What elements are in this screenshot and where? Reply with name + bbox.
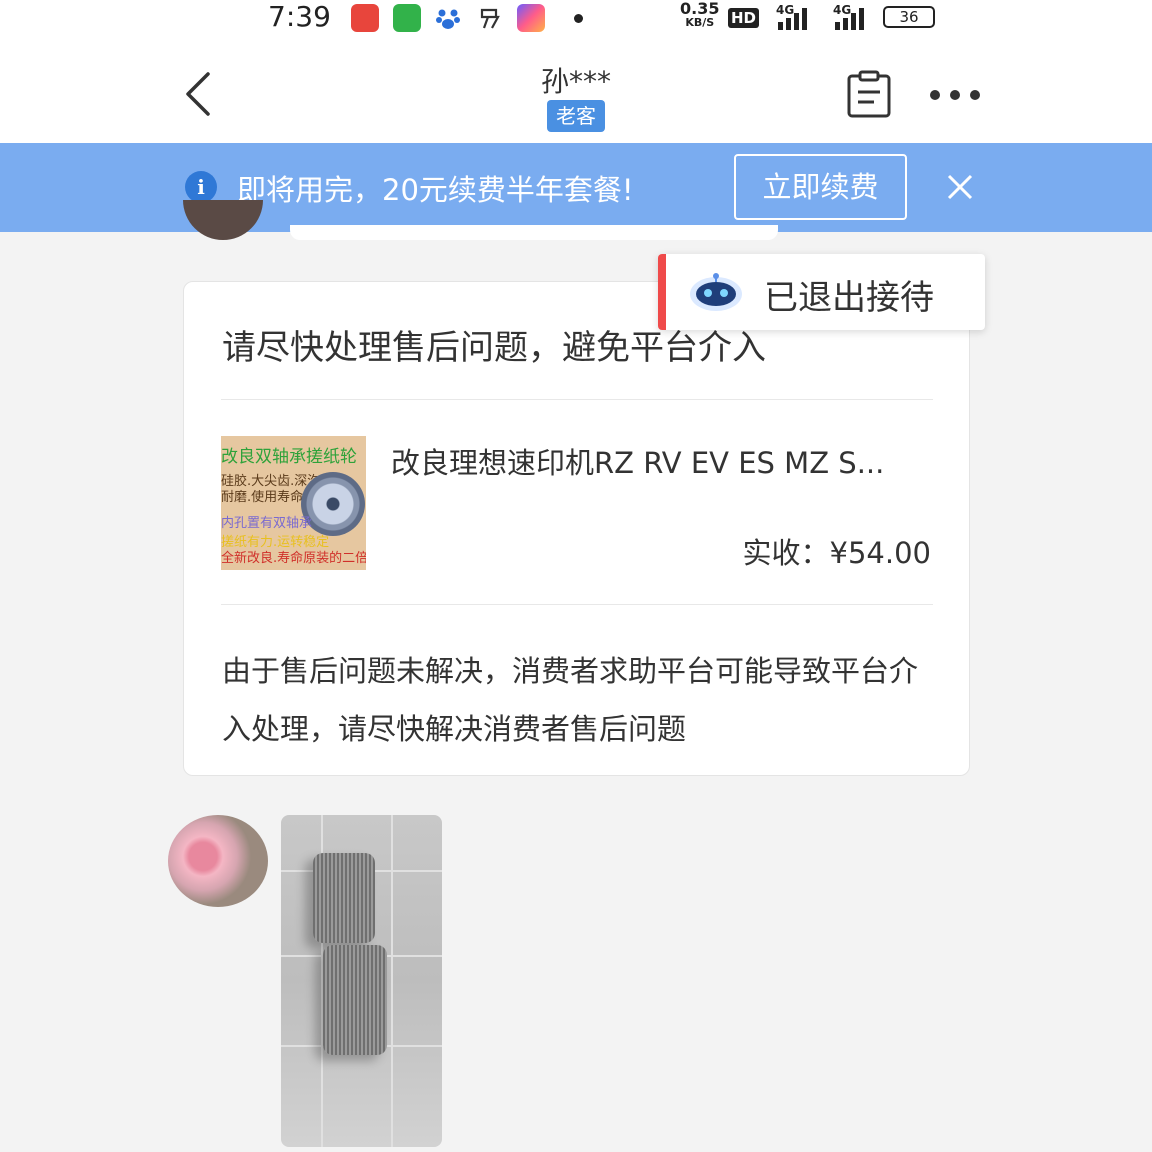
thumb-text: 全新改良.寿命原装的二倍 bbox=[221, 551, 366, 566]
renew-now-button[interactable]: 立即续费 bbox=[734, 154, 907, 220]
message-image[interactable] bbox=[281, 815, 442, 1147]
status-bar: 7:39 0.35 KB/S HD 4G 4G 36 bbox=[0, 0, 1152, 40]
renewal-banner: i 即将用完，20元续费半年套餐! 立即续费 bbox=[0, 143, 1152, 232]
banner-message: 即将用完，20元续费半年套餐! bbox=[237, 173, 634, 207]
notification-dot-icon bbox=[574, 14, 583, 23]
divider bbox=[221, 604, 933, 605]
customer-tag-badge: 老客 bbox=[547, 100, 605, 132]
network-speed: 0.35 KB/S bbox=[680, 0, 720, 30]
clipboard-button[interactable] bbox=[846, 70, 892, 118]
browser-app-icon bbox=[517, 4, 545, 32]
after-sales-card[interactable]: 请尽快处理售后问题，避免平台介入 改良双轴承搓纸轮 硅胶.大尖齿.深沟 耐磨.使… bbox=[183, 281, 970, 776]
thumb-text: 改良双轴承搓纸轮 bbox=[221, 447, 357, 467]
close-icon bbox=[947, 174, 973, 200]
tile-line bbox=[391, 815, 393, 1147]
roller-photo bbox=[313, 853, 375, 943]
hd-icon: HD bbox=[728, 8, 760, 28]
chat-header: 孙*** 老客 bbox=[0, 40, 1152, 143]
customer-avatar[interactable] bbox=[168, 815, 268, 907]
clipboard-icon bbox=[847, 70, 891, 118]
shop-app-icon bbox=[351, 4, 379, 32]
product-price: 实收：¥54.00 bbox=[742, 536, 931, 570]
info-icon: i bbox=[185, 171, 217, 203]
robot-icon bbox=[688, 272, 744, 312]
card-description: 由于售后问题未解决，消费者求助平台可能导致平台介入处理，请尽快解决消费者售后问题 bbox=[222, 654, 919, 746]
status-time: 7:39 bbox=[268, 0, 331, 33]
product-thumbnail[interactable]: 改良双轴承搓纸轮 硅胶.大尖齿.深沟 耐磨.使用寿命长 内孔置有双轴承 搓纸有力… bbox=[221, 436, 366, 570]
toast-text: 已退出接待 bbox=[764, 278, 934, 318]
banner-close-button[interactable] bbox=[944, 171, 976, 203]
baidu-app-icon bbox=[434, 4, 462, 32]
divider bbox=[221, 399, 933, 400]
signal-2-icon: 4G bbox=[833, 4, 864, 30]
thumb-text: 内孔置有双轴承 bbox=[221, 516, 313, 531]
exit-reception-toast: 已退出接待 bbox=[658, 254, 985, 330]
more-button[interactable] bbox=[928, 84, 982, 106]
signal-1-icon: 4G bbox=[776, 4, 807, 30]
yi-app-icon bbox=[476, 4, 504, 32]
wechat-app-icon bbox=[393, 4, 421, 32]
roller-photo bbox=[323, 945, 387, 1055]
product-name[interactable]: 改良理想速印机RZ RV EV ES MZ S... bbox=[391, 440, 931, 482]
previous-avatar bbox=[183, 200, 263, 240]
toast-accent-bar bbox=[658, 254, 666, 330]
battery-icon: 36 bbox=[883, 6, 935, 28]
previous-message-bubble bbox=[290, 225, 778, 240]
more-dots-icon bbox=[930, 90, 980, 100]
